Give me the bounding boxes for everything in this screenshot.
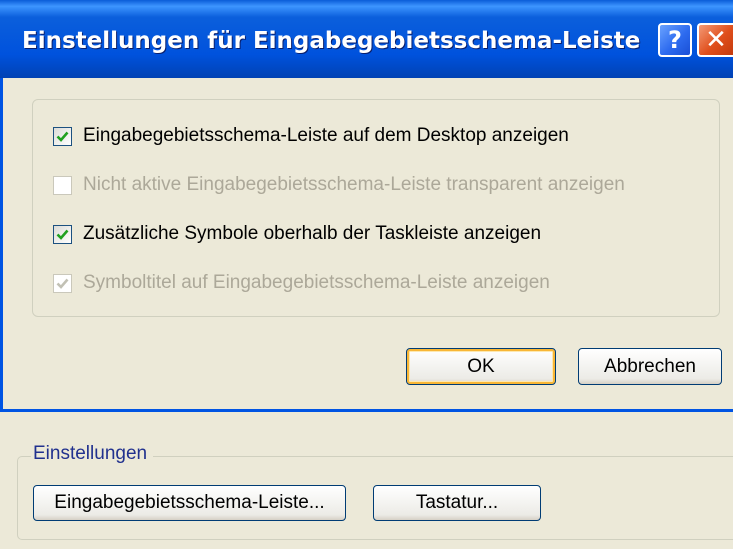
dialog-title: Einstellungen für Eingabegebietsschema-L… (22, 28, 641, 54)
checkbox-additional-icons-taskbar[interactable] (53, 224, 72, 244)
help-button[interactable]: ? (658, 23, 692, 57)
keyboard-button[interactable]: Tastatur... (373, 485, 541, 521)
parent-group-label: Einstellungen (31, 442, 154, 466)
checkmark-icon (56, 131, 69, 142)
ok-button[interactable]: OK (406, 348, 556, 385)
checkbox-transparent-when-inactive (53, 175, 72, 195)
close-icon: ✕ (705, 24, 727, 55)
option-label: Eingabegebietsschema-Leiste auf dem Desk… (83, 125, 569, 146)
option-show-language-bar[interactable]: Eingabegebietsschema-Leiste auf dem Desk… (53, 124, 569, 148)
language-bar-settings-dialog: Einstellungen für Eingabegebietsschema-L… (0, 0, 733, 412)
option-transparent-when-inactive: Nicht aktive Eingabegebietsschema-Leiste… (53, 173, 625, 197)
checkmark-icon (56, 229, 69, 240)
close-button[interactable]: ✕ (697, 23, 733, 57)
option-label: Symboltitel auf Eingabegebietsschema-Lei… (83, 272, 550, 293)
checkmark-icon (56, 278, 69, 289)
cancel-button[interactable]: Abbrechen (578, 348, 722, 385)
option-label: Nicht aktive Eingabegebietsschema-Leiste… (83, 174, 625, 195)
language-bar-button[interactable]: Eingabegebietsschema-Leiste... (33, 485, 346, 521)
option-additional-icons-taskbar[interactable]: Zusätzliche Symbole oberhalb der Tasklei… (53, 222, 541, 246)
option-show-text-labels: Symboltitel auf Eingabegebietsschema-Lei… (53, 271, 550, 295)
checkbox-show-text-labels (53, 273, 72, 293)
option-label: Zusätzliche Symbole oberhalb der Tasklei… (83, 223, 542, 244)
help-icon: ? (668, 26, 682, 54)
checkbox-show-language-bar[interactable] (53, 126, 72, 146)
title-bar[interactable]: Einstellungen für Eingabegebietsschema-L… (0, 0, 733, 78)
